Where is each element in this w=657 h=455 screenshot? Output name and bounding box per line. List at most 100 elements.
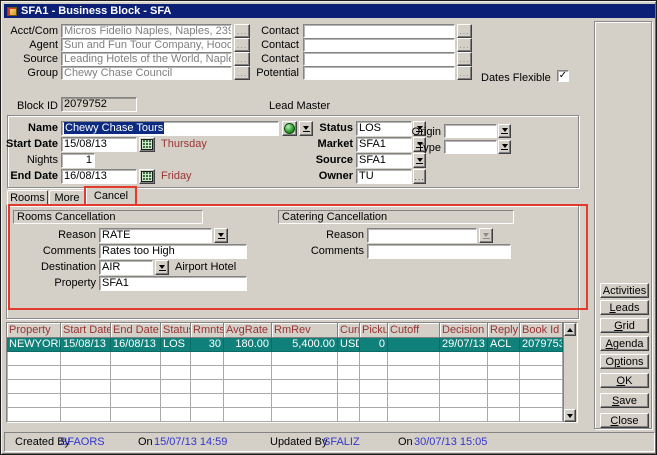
grid-cell: [440, 408, 488, 422]
grid-cell: [388, 394, 440, 408]
account-lov-button: ...: [234, 66, 250, 80]
grid-cell: [388, 338, 440, 352]
grid-column-header[interactable]: Start Date: [61, 323, 111, 338]
grid-scrollbar[interactable]: [563, 323, 577, 422]
catering-comments-field[interactable]: [367, 244, 511, 259]
end-date-calendar-button[interactable]: [139, 169, 155, 184]
grid-cell: [111, 366, 161, 380]
dates-flexible-checkbox[interactable]: ✓: [557, 70, 569, 82]
contact-lov-button[interactable]: ...: [457, 52, 472, 66]
rooms-property-field[interactable]: SFA1: [99, 276, 247, 291]
catering-cancellation-header: Catering Cancellation: [278, 210, 514, 224]
grid-column-header[interactable]: Property: [7, 323, 61, 338]
source2-field[interactable]: SFA1: [356, 153, 412, 168]
grid-column-header[interactable]: Reply: [488, 323, 520, 338]
grid-cell: [440, 394, 488, 408]
grid-cell: 180.00: [224, 338, 272, 352]
activities-button[interactable]: Activities: [600, 283, 649, 298]
grid-column-header[interactable]: Rmnts: [191, 323, 224, 338]
contact-lov-button[interactable]: ...: [457, 38, 472, 52]
contact-lov-button[interactable]: ...: [457, 66, 472, 80]
block-id-label: Block ID: [3, 100, 58, 113]
grid-data-row[interactable]: NEWYORK15/08/1316/08/13LOS30180.005,400.…: [7, 338, 563, 352]
grid-cell: [161, 380, 191, 394]
rooms-reason-field[interactable]: RATE: [99, 228, 212, 243]
name-field[interactable]: Chewy Chase Tours: [61, 121, 279, 136]
tab-cancel[interactable]: Cancel: [86, 187, 136, 206]
account-field-source: Leading Hotels of the World, Naples,: [61, 52, 232, 66]
grid-cell: [272, 366, 338, 380]
start-date-calendar-button[interactable]: [139, 137, 155, 152]
owner-field[interactable]: TU: [356, 169, 412, 184]
grid-cell: NEWYORK: [7, 338, 61, 352]
grid-cell: [191, 352, 224, 366]
grid-column-header[interactable]: Cutoff: [388, 323, 440, 338]
rooms-property-label: Property: [21, 277, 96, 290]
source-dropdown-button[interactable]: [413, 153, 426, 168]
grid-cell: [520, 380, 563, 394]
grid-cell: [111, 408, 161, 422]
grid-column-header[interactable]: Curr.: [338, 323, 360, 338]
contact-field[interactable]: [303, 52, 455, 66]
origin-field[interactable]: [444, 124, 497, 138]
ellipsis-icon: ...: [459, 70, 470, 76]
contact-field-label: Contact: [251, 39, 299, 52]
close-button[interactable]: Close: [600, 413, 649, 428]
grid-cell: [224, 366, 272, 380]
grid-cell: 15/08/13: [61, 338, 111, 352]
grid-cell: [360, 380, 388, 394]
owner-lov-button[interactable]: ...: [413, 169, 426, 184]
grid-cell: [7, 408, 61, 422]
grid-column-header[interactable]: Decision: [440, 323, 488, 338]
updated-on-label: On: [398, 436, 413, 448]
grid-cell: [191, 366, 224, 380]
tab-more[interactable]: More: [49, 190, 85, 206]
grid-cell: [111, 352, 161, 366]
start-date-field[interactable]: 15/08/13: [61, 137, 137, 152]
save-button[interactable]: Save: [600, 393, 649, 408]
leads-button[interactable]: Leads: [600, 300, 649, 315]
grid-cell: [7, 366, 61, 380]
grid-cell: [488, 380, 520, 394]
account-field-label: Agent: [3, 39, 58, 52]
owner-label: Owner: [293, 170, 353, 183]
grid-cell: [488, 408, 520, 422]
rooms-destination-label: Destination: [21, 261, 96, 274]
scroll-down-icon: [567, 414, 573, 418]
grid-column-header[interactable]: Status: [161, 323, 191, 338]
ellipsis-icon: ...: [237, 42, 248, 48]
grid-column-header[interactable]: End Date: [111, 323, 161, 338]
market-label: Market: [293, 138, 353, 151]
contact-field[interactable]: [303, 38, 455, 52]
grid-column-header[interactable]: AvgRate: [224, 323, 272, 338]
grid-column-header[interactable]: Book Id: [520, 323, 563, 338]
rooms-comments-field[interactable]: Rates too High: [99, 244, 247, 259]
title-bar[interactable]: SFA1 - Business Block - SFA: [4, 4, 655, 18]
grid-column-header[interactable]: RmRev: [272, 323, 338, 338]
type-field[interactable]: [444, 140, 497, 154]
potential-field[interactable]: [303, 66, 455, 80]
rooms-reason-dropdown-button[interactable]: [214, 228, 228, 243]
ok-button[interactable]: OK: [600, 373, 649, 388]
nights-field[interactable]: 1: [61, 153, 95, 168]
grid-cell: [338, 380, 360, 394]
agenda-button[interactable]: Agenda: [600, 336, 649, 351]
lead-master-label: Lead Master: [269, 100, 330, 113]
scroll-down-button[interactable]: [564, 409, 576, 422]
application-window: SFA1 - Business Block - SFA Acct/ComMicr…: [0, 0, 657, 455]
contact-lov-button[interactable]: ...: [457, 24, 472, 38]
end-date-field[interactable]: 16/08/13: [61, 169, 137, 184]
contact-field[interactable]: [303, 24, 455, 38]
tab-rooms[interactable]: Rooms: [7, 190, 48, 206]
grid-cell: [7, 394, 61, 408]
grid-button[interactable]: Grid: [600, 318, 649, 333]
options-button[interactable]: Options: [600, 354, 649, 369]
account-lov-button: ...: [234, 52, 250, 66]
grid-cell: [191, 380, 224, 394]
rooms-destination-field[interactable]: AIR: [99, 260, 153, 275]
scroll-up-button[interactable]: [564, 323, 576, 336]
rooms-destination-dropdown-button[interactable]: [155, 260, 169, 275]
type-dropdown-button[interactable]: [498, 140, 511, 154]
grid-column-header[interactable]: Pickup: [360, 323, 388, 338]
origin-dropdown-button[interactable]: [498, 124, 511, 138]
